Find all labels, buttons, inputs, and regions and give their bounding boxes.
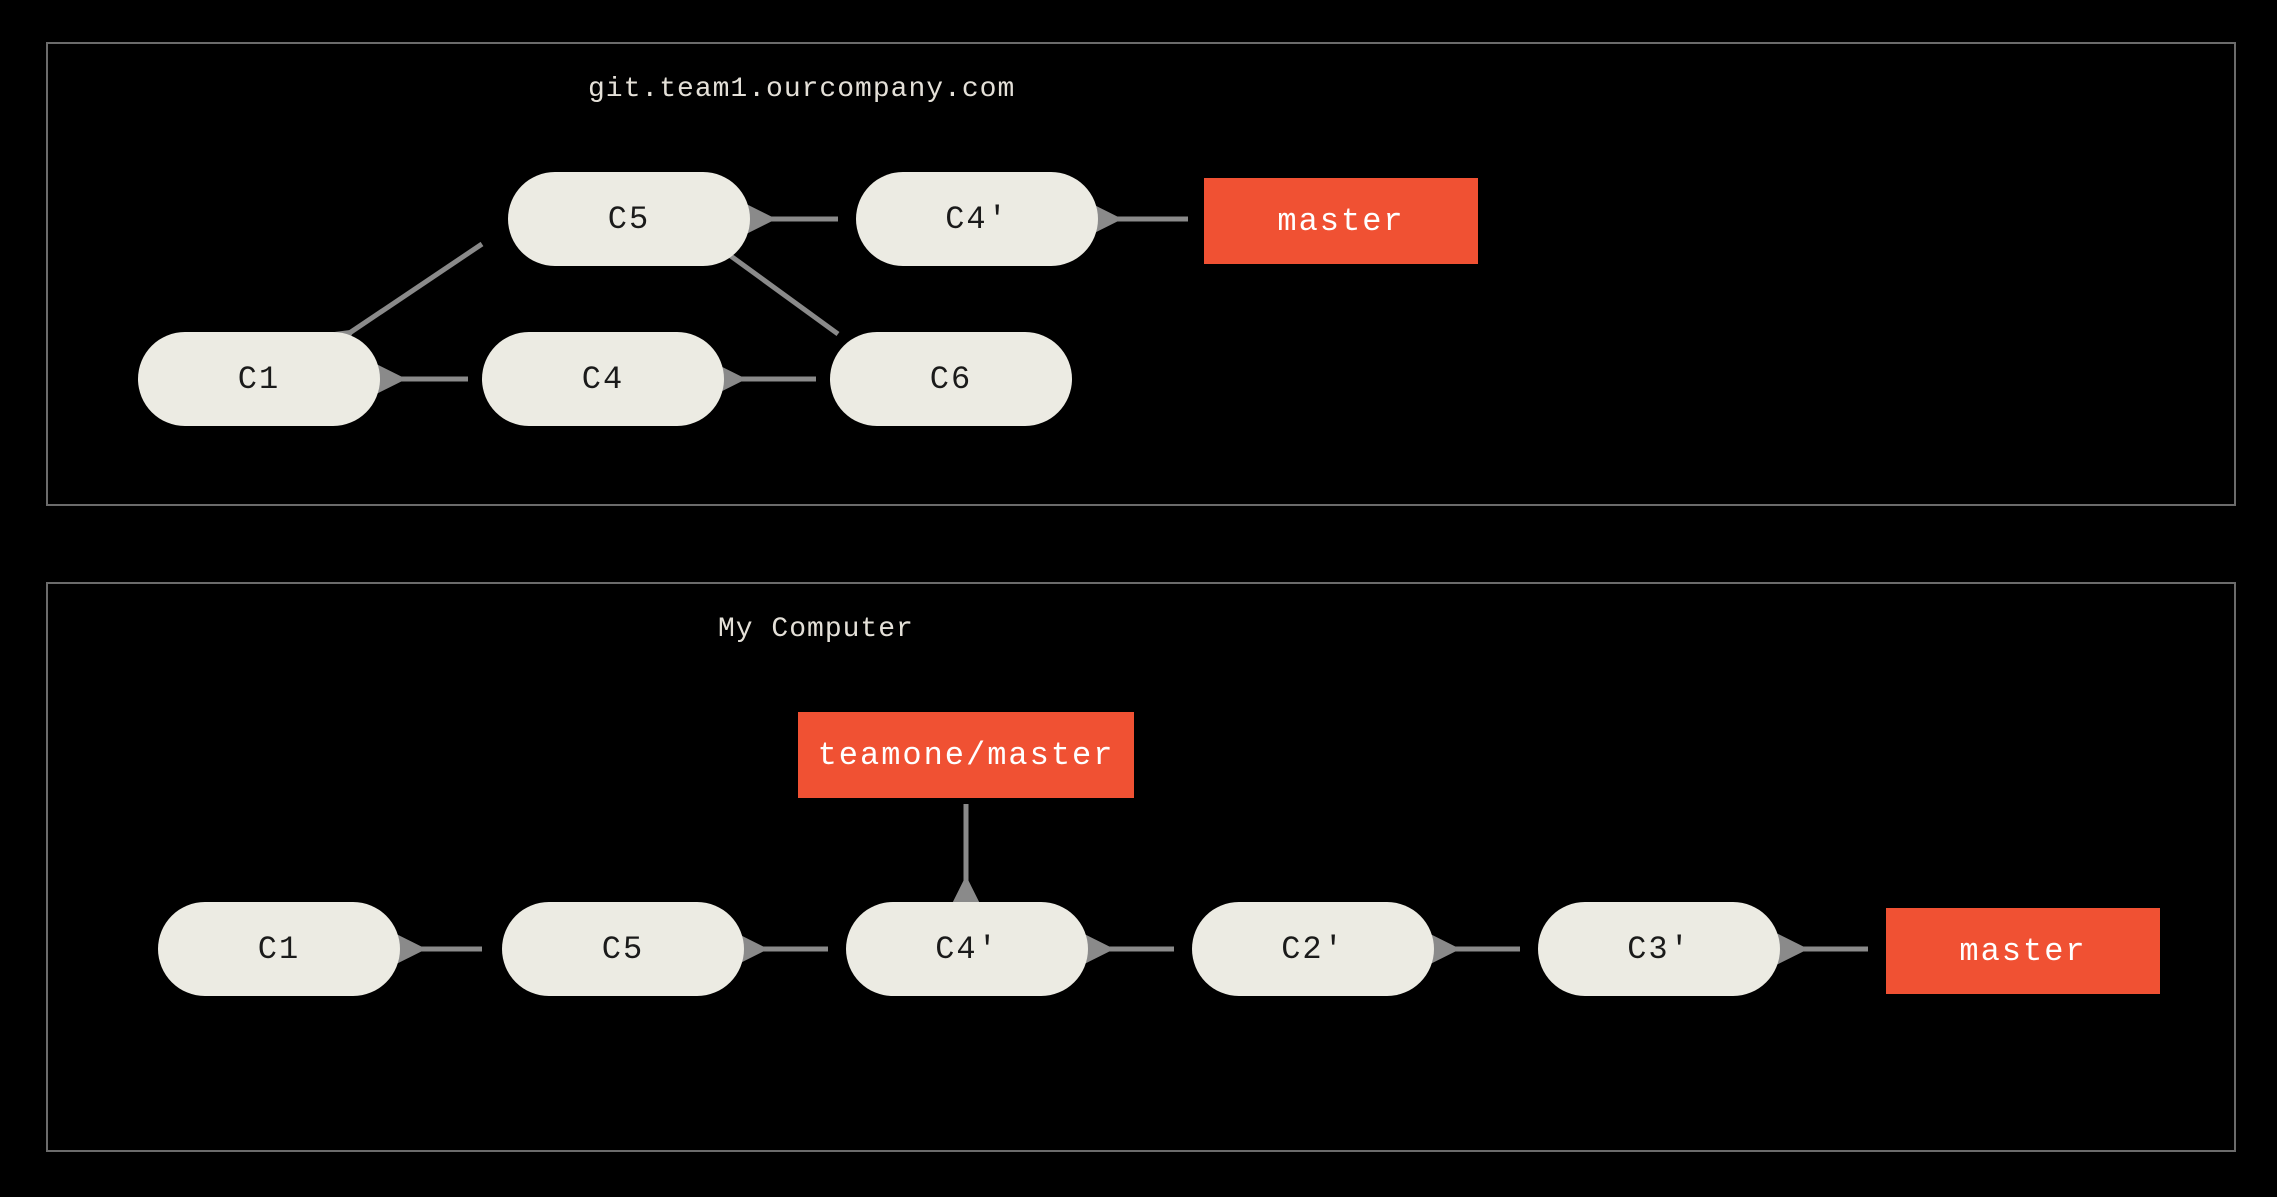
remote-commit-c4: C4 <box>482 332 724 426</box>
local-branch-teamone-master: teamone/master <box>798 712 1134 798</box>
local-edges <box>48 584 2238 1154</box>
local-branch-master: master <box>1886 908 2160 994</box>
local-commit-c2p: C2' <box>1192 902 1434 996</box>
remote-commit-c4p: C4' <box>856 172 1098 266</box>
local-commit-c1: C1 <box>158 902 400 996</box>
remote-branch-master: master <box>1204 178 1478 264</box>
remote-edges <box>48 44 2238 508</box>
local-title: My Computer <box>718 614 914 645</box>
remote-panel: git.team1.ourcompany.com C1 C4 C5 C6 C4'… <box>46 42 2236 506</box>
local-commit-c3p: C3' <box>1538 902 1780 996</box>
local-panel: My Computer C1 C5 C4' C2' C3' teamone/ma… <box>46 582 2236 1152</box>
local-commit-c4p: C4' <box>846 902 1088 996</box>
remote-commit-c5: C5 <box>508 172 750 266</box>
local-commit-c5: C5 <box>502 902 744 996</box>
remote-commit-c1: C1 <box>138 332 380 426</box>
remote-title: git.team1.ourcompany.com <box>588 74 1015 105</box>
remote-commit-c6: C6 <box>830 332 1072 426</box>
